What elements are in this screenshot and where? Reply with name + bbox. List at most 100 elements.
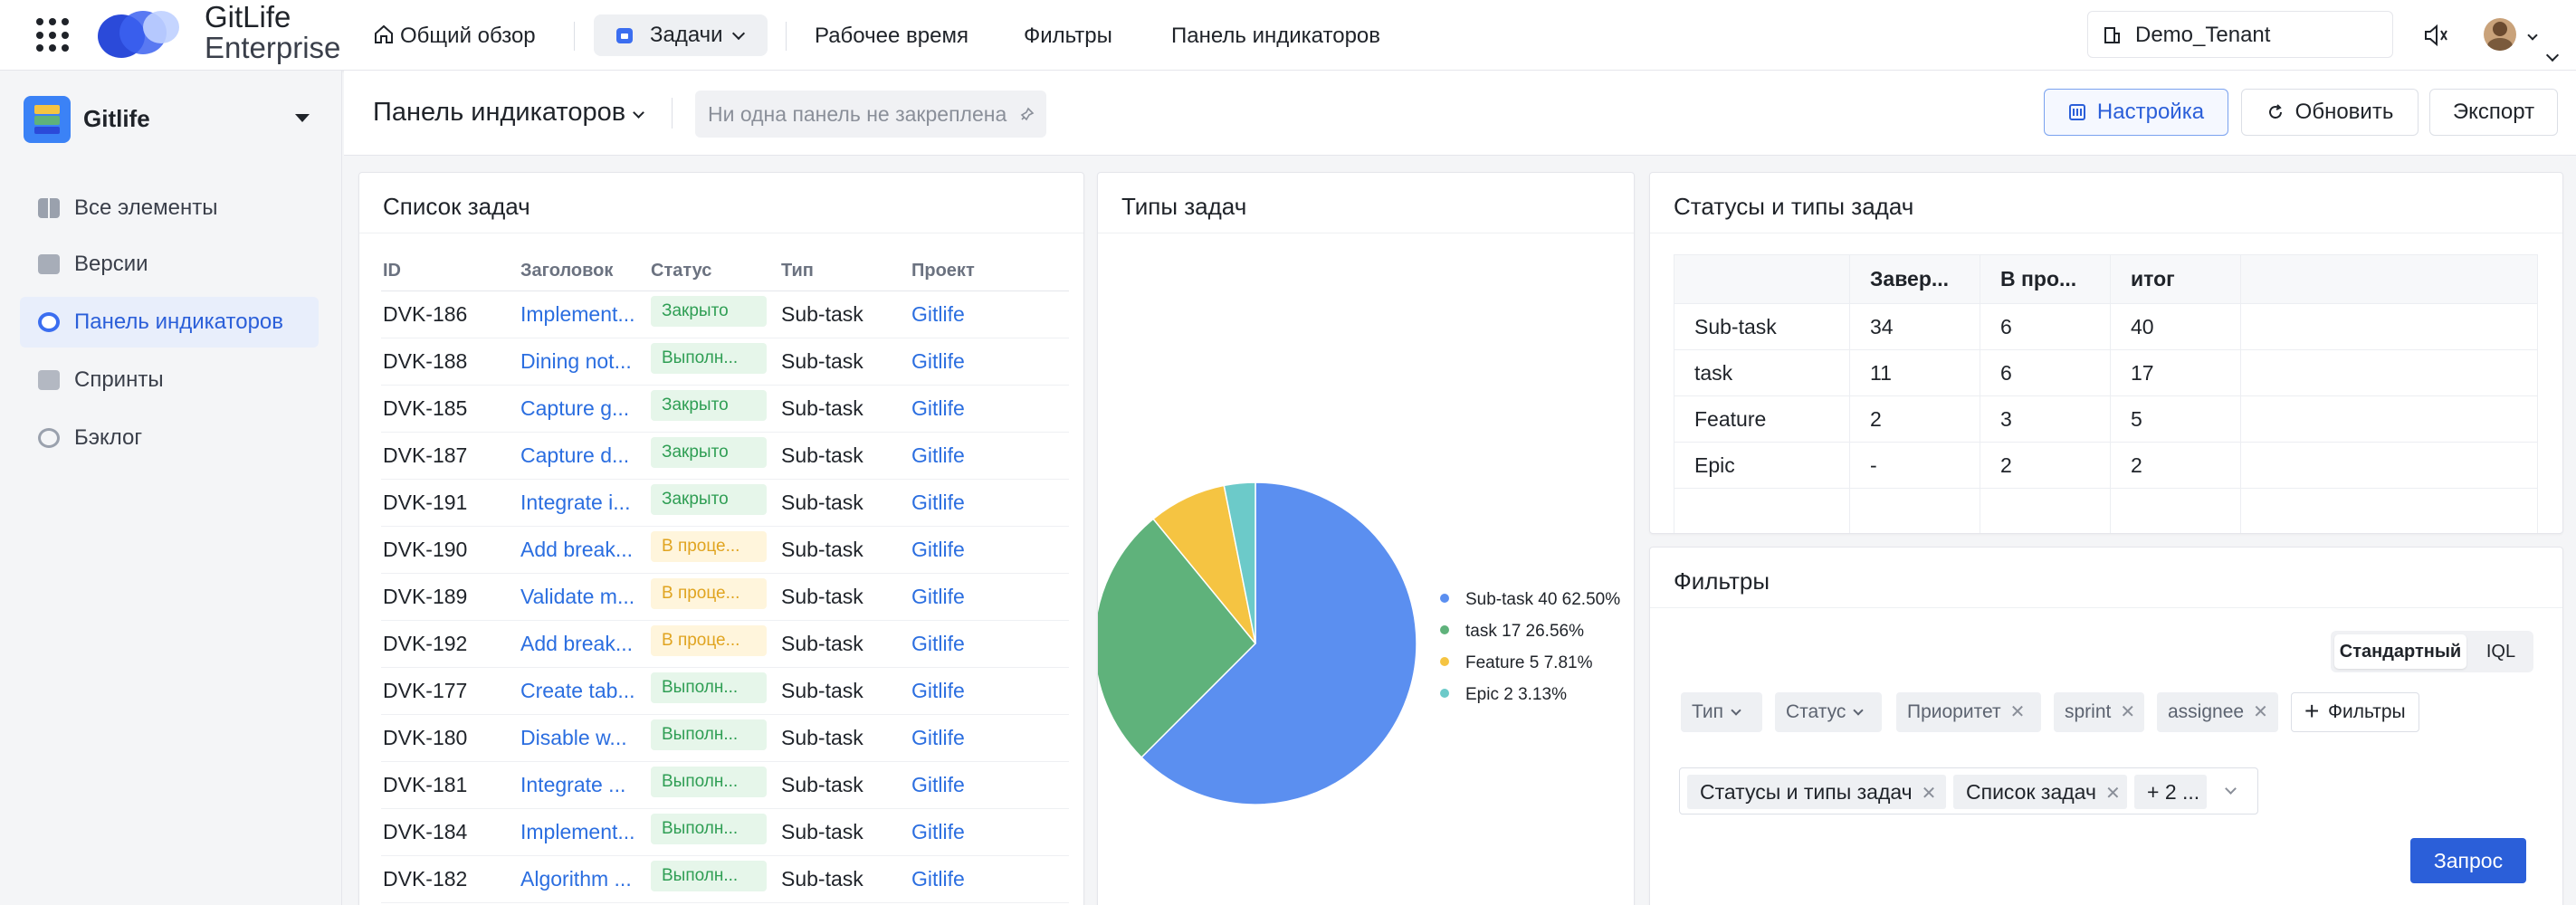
table-row: [1674, 488, 2538, 533]
filter-chip-status[interactable]: Статус: [1775, 692, 1882, 732]
legend-item[interactable]: Feature 5 7.81%: [1465, 653, 1593, 672]
widget-select[interactable]: Статусы и типы задач ✕ Список задач ✕ + 2 …: [1679, 767, 2258, 814]
table-row[interactable]: DVK-192 Add break... В проце... Sub-task Git…: [381, 620, 1069, 668]
close-icon[interactable]: ✕: [2253, 702, 2268, 722]
table-cell: 2: [1980, 442, 2111, 489]
table-row[interactable]: DVK-189 Validate m... В проце... Sub-task Gi…: [381, 573, 1069, 621]
project-link[interactable]: Gitlife: [910, 526, 1069, 574]
nav-filters[interactable]: Фильтры: [1024, 20, 1112, 52]
legend-item[interactable]: Sub-task 40 62.50%: [1465, 590, 1620, 609]
table-row[interactable]: DVK-186 Implement... Закрыто Sub-task Gitlif…: [381, 291, 1069, 338]
task-title-link[interactable]: Integrate ...: [519, 761, 649, 809]
task-id: DVK-185: [381, 385, 519, 433]
filter-chip-priority[interactable]: Приоритет ✕: [1896, 692, 2041, 732]
legend-item[interactable]: Epic 2 3.13%: [1465, 685, 1567, 704]
table-row[interactable]: DVK-184 Implement... Выполн... Sub-task Gitl…: [381, 808, 1069, 856]
query-button[interactable]: Запрос: [2410, 838, 2526, 883]
close-icon[interactable]: ✕: [2120, 702, 2135, 722]
project-link[interactable]: Gitlife: [910, 808, 1069, 856]
nav-work-time[interactable]: Рабочее время: [815, 20, 968, 52]
refresh-button[interactable]: Обновить: [2241, 89, 2419, 136]
table-row[interactable]: DVK-187 Capture d... Закрыто Sub-task Gitlif…: [381, 432, 1069, 480]
project-link[interactable]: Gitlife: [910, 385, 1069, 433]
project-link[interactable]: Gitlife: [910, 761, 1069, 809]
caret-down-icon[interactable]: [295, 114, 310, 122]
column-header-status[interactable]: Статус: [649, 252, 779, 291]
table-row[interactable]: DVK-182 Algorithm ... Выполн... Sub-task Git…: [381, 855, 1069, 903]
sidebar-item-all[interactable]: Все элементы: [20, 183, 319, 233]
task-title-link[interactable]: Create tab...: [519, 667, 649, 715]
task-title-link[interactable]: Capture g...: [519, 385, 649, 433]
table-row[interactable]: DVK-188 Dining not... Выполн... Sub-task Git…: [381, 338, 1069, 386]
project-link[interactable]: Gitlife: [910, 479, 1069, 527]
project-link[interactable]: Gitlife: [910, 855, 1069, 903]
project-link[interactable]: Gitlife: [910, 714, 1069, 762]
nav-tasks[interactable]: Задачи: [594, 14, 768, 56]
project-link[interactable]: Gitlife: [910, 432, 1069, 480]
dashboard-toolbar: Панель индикаторов Ни одна панель не зак…: [344, 71, 2576, 156]
dashboard-selector[interactable]: Панель индикаторов: [373, 98, 645, 128]
task-title-link[interactable]: Dining not...: [519, 338, 649, 386]
close-icon[interactable]: ✕: [2105, 784, 2121, 804]
filter-chip-assignee[interactable]: assignee ✕: [2157, 692, 2278, 732]
filter-chip-sprint[interactable]: sprint ✕: [2054, 692, 2144, 732]
table-row: Feature 2 3 5: [1674, 395, 2538, 443]
chevron-down-icon[interactable]: [2225, 783, 2237, 795]
table-row[interactable]: DVK-181 Integrate ... Выполн... Sub-task Git…: [381, 761, 1069, 809]
task-title-link[interactable]: Disable w...: [519, 714, 649, 762]
export-button[interactable]: Экспорт: [2429, 89, 2558, 136]
sidebar-item-versions[interactable]: Версии: [20, 239, 319, 290]
task-id: DVK-181: [381, 761, 519, 809]
status-badge: В проце...: [651, 578, 767, 609]
status-badge: Выполн...: [651, 861, 767, 891]
column-header-project[interactable]: Проект: [910, 252, 1069, 291]
table-row[interactable]: DVK-177 Create tab... Выполн... Sub-task Git…: [381, 667, 1069, 715]
column-header-type[interactable]: Тип: [779, 252, 910, 291]
column-header-id[interactable]: ID: [381, 252, 519, 291]
close-icon[interactable]: ✕: [2010, 702, 2026, 722]
settings-button[interactable]: Настройка: [2044, 89, 2228, 136]
close-icon[interactable]: ✕: [1922, 784, 1937, 804]
task-title-link[interactable]: Implement...: [519, 808, 649, 856]
sidebar-item-sprints[interactable]: Спринты: [20, 355, 319, 405]
table-row[interactable]: DVK-191 Integrate i... Закрыто Sub-task Gitl…: [381, 479, 1069, 527]
project-link[interactable]: Gitlife: [910, 667, 1069, 715]
speaker-icon[interactable]: [2422, 22, 2449, 49]
tenant-select[interactable]: Demo_Tenant: [2087, 11, 2560, 62]
legend-item[interactable]: task 17 26.56%: [1465, 622, 1584, 641]
nav-dashboard[interactable]: Панель индикаторов: [1171, 20, 1380, 52]
task-title-link[interactable]: Add break...: [519, 620, 649, 668]
table-cell: 6: [1980, 349, 2111, 396]
project-link[interactable]: Gitlife: [910, 573, 1069, 621]
column-header-total[interactable]: итог: [2110, 254, 2241, 304]
more-widgets-chip[interactable]: + 2 ...: [2134, 775, 2207, 809]
task-title-link[interactable]: Capture d...: [519, 432, 649, 480]
task-title-link[interactable]: Integrate i...: [519, 479, 649, 527]
table-row[interactable]: DVK-180 Disable w... Выполн... Sub-task Gitl…: [381, 714, 1069, 762]
chevron-down-icon[interactable]: [2527, 30, 2538, 41]
space-name[interactable]: Gitlife: [83, 105, 150, 133]
column-header-done[interactable]: Завер...: [1849, 254, 1980, 304]
task-title-link[interactable]: Add break...: [519, 526, 649, 574]
project-link[interactable]: Gitlife: [910, 620, 1069, 668]
project-link[interactable]: Gitlife: [910, 291, 1069, 338]
task-title-link[interactable]: Validate m...: [519, 573, 649, 621]
add-filter-button[interactable]: + Фильтры: [2291, 692, 2419, 732]
task-title-link[interactable]: Implement...: [519, 291, 649, 338]
avatar[interactable]: [2484, 18, 2516, 51]
sidebar-item-dashboard[interactable]: Панель индикаторов: [20, 297, 319, 348]
home-icon: [375, 24, 393, 43]
pinned-dashboard-field[interactable]: Ни одна панель не закреплена: [695, 90, 1046, 138]
sidebar-item-backlog[interactable]: Бэклог: [20, 413, 319, 463]
project-link[interactable]: Gitlife: [910, 338, 1069, 386]
mode-iql-tab[interactable]: IQL: [2472, 634, 2530, 669]
table-row[interactable]: DVK-185 Capture g... Закрыто Sub-task Gitlif…: [381, 385, 1069, 433]
apps-grid-icon[interactable]: [36, 18, 71, 52]
column-header-title[interactable]: Заголовок: [519, 252, 649, 291]
task-title-link[interactable]: Algorithm ...: [519, 855, 649, 903]
table-row[interactable]: DVK-190 Add break... В проце... Sub-task Git…: [381, 526, 1069, 574]
mode-standard-tab[interactable]: Стандартный: [2334, 634, 2466, 669]
filter-chip-type[interactable]: Тип: [1681, 692, 1762, 732]
column-header-in-progress[interactable]: В про...: [1980, 254, 2111, 304]
nav-overview[interactable]: Общий обзор: [373, 20, 536, 52]
